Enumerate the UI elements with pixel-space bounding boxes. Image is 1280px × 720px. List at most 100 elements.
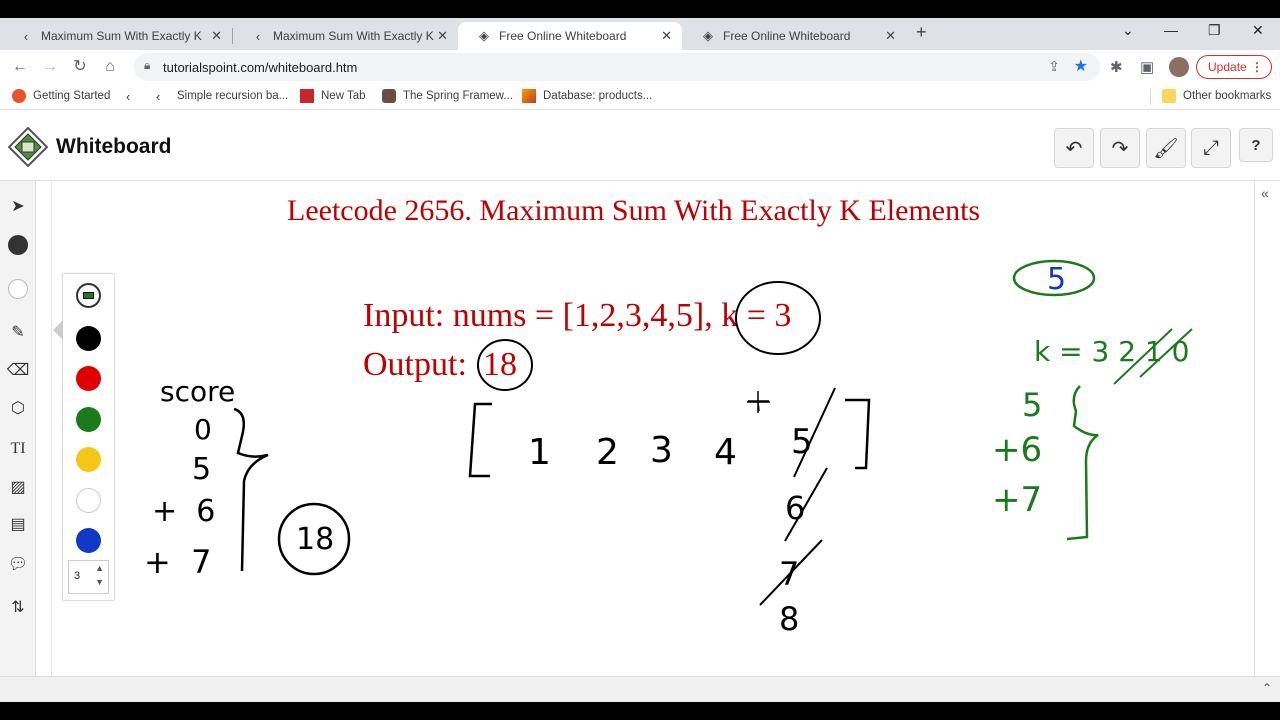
palette-pointer [53,320,63,340]
tab-4[interactable]: ◈ Free Online Whiteboard ✕ [682,22,906,50]
bottom-bar: ⌃ [0,676,1280,702]
bookmark-label: Simple recursion ba... [177,90,289,102]
k-brace [1066,385,1099,541]
double-chevron-left-icon[interactable]: « [1261,185,1269,201]
bookmark-label: The Spring Framew... [403,90,513,102]
close-icon[interactable]: ✕ [661,28,672,44]
tutorialspoint-logo-icon [8,127,48,167]
firefox-icon [12,89,26,103]
bookmark-label: Other bookmarks [1183,90,1272,102]
close-icon[interactable]: ✕ [885,28,896,44]
bookmark-label: Database: products... [543,90,653,102]
side-panel-icon[interactable]: ▣ [1140,58,1154,76]
select-tool[interactable]: ➤ [4,192,32,220]
bookmark-item[interactable]: ‹ Simple recursion ba... [156,89,289,104]
bookmark-item[interactable]: Getting Started [12,89,110,103]
color-yellow[interactable] [76,447,101,472]
share-icon[interactable]: ⇪ [1048,58,1060,75]
left-bracket [468,402,492,478]
filled-circle-icon [8,235,28,255]
reload-icon[interactable]: ↻ [70,57,90,77]
chevron-up-icon[interactable]: ▲ [95,563,104,573]
image-icon: ▨ [10,479,26,496]
forward-icon[interactable]: → [40,57,60,77]
undo-button[interactable]: ↶ [1054,128,1094,168]
color-black[interactable] [76,326,101,351]
back-icon[interactable]: ← [10,57,30,77]
color-red[interactable] [76,366,101,391]
bookmark-item[interactable]: ‹ [126,89,147,104]
stroke-size-stepper[interactable]: 3 ▲ ▼ [68,560,109,594]
pen-tool[interactable]: ✎ [4,318,32,346]
new-tab-button[interactable]: + [916,22,927,43]
database-icon [522,89,536,103]
chat-tool[interactable]: 💬︎ [4,550,32,578]
bookmark-label: New Tab [321,90,366,102]
leetcode-icon: ‹ [156,89,161,104]
stroke-color-tool[interactable] [4,275,32,303]
move-tool[interactable]: ⇅ [4,593,32,621]
strike-line [759,539,823,606]
restore-icon[interactable]: ❐ [1208,22,1221,39]
shapes-tool[interactable]: ⬡ [4,394,32,422]
redo-button[interactable]: ↷ [1100,128,1140,168]
fill-color-selected[interactable] [76,283,101,308]
undo-icon: ↶ [1065,137,1083,160]
array-value: 4 [714,432,737,473]
bottom-letterbox [0,702,1280,720]
clear-button[interactable]: 🖌︎ [1146,128,1186,168]
tab-1[interactable]: ‹ Maximum Sum With Exactly K Ele ✕ [0,22,232,50]
close-icon[interactable]: ✕ [437,28,448,44]
home-icon[interactable]: ⌂ [100,57,120,77]
image-tool[interactable]: ▨ [4,473,32,501]
answer-value: 5 [1047,262,1066,297]
text-tool[interactable]: TI [4,435,32,463]
media-tool[interactable]: ▤ [4,510,32,538]
update-button[interactable]: Update ⋮ [1196,55,1272,79]
leetcode-icon: ‹ [255,28,261,44]
avatar[interactable] [1169,57,1189,77]
bookmark-item[interactable]: The Spring Framew... [382,89,513,103]
score-brace [233,407,269,572]
tab-title: Free Online Whiteboard [723,29,851,43]
folder-icon [1162,89,1176,103]
bookmark-star-icon[interactable]: ★ [1074,56,1088,76]
bookmark-item[interactable]: Database: products... [522,89,652,103]
close-icon[interactable]: ✕ [211,28,222,44]
double-chevron-up-icon[interactable]: ⌃ [1262,681,1272,695]
bookmarks-bar: Getting Started ‹ ‹ Simple recursion ba.… [0,84,1280,110]
pencil-icon: ✎ [11,324,25,341]
leetcode-icon: ‹ [126,89,131,104]
spring-icon [382,89,396,103]
other-bookmarks[interactable]: Other bookmarks [1162,89,1271,103]
input-line: Input: nums = [1,2,3,4,5], k = 3 [363,297,791,334]
tab-title: Maximum Sum With Exactly K Ele [41,29,203,43]
window-close-icon[interactable]: ✕ [1252,22,1264,39]
tab-search-icon[interactable]: ⌄ [1122,22,1134,39]
toi-icon [300,89,314,103]
fill-color-tool[interactable] [4,231,32,259]
extensions-icon[interactable]: ✱ [1110,58,1123,76]
color-white[interactable] [76,488,101,513]
expand-icon: ⤢ [1203,136,1219,159]
color-palette: 3 ▲ ▼ [62,273,115,601]
whiteboard-canvas[interactable]: Leetcode 2656. Maximum Sum With Exactly … [52,181,1254,676]
redo-icon: ↷ [1111,137,1129,160]
tab-2[interactable]: ‹ Maximum Sum With Exactly K Ele ✕ [232,22,458,50]
bookmark-item[interactable]: New Tab [300,89,366,103]
help-button[interactable]: ? [1239,128,1273,162]
address-bar[interactable]: 🔒︎ tutorialspoint.com/whiteboard.htm ⇪ ★ [134,53,1100,81]
text-icon: TI [10,440,26,457]
eraser-tool[interactable]: ⌫ [4,356,32,384]
tab-3-active[interactable]: ◈ Free Online Whiteboard ✕ [458,22,682,50]
minimize-icon[interactable]: — [1164,22,1178,38]
k-step: +6 [992,430,1042,470]
drawing-layer[interactable]: Leetcode 2656. Maximum Sum With Exactly … [52,181,1254,676]
color-blue[interactable] [76,528,101,553]
chevron-down-icon[interactable]: ▼ [95,577,104,587]
fullscreen-button[interactable]: ⤢ [1191,128,1231,168]
color-green[interactable] [76,407,101,432]
k-step: +7 [992,480,1042,520]
media-icon: ▤ [10,516,26,533]
app-header: Whiteboard ↶ ↷ 🖌︎ ⤢ ? [0,111,1280,181]
